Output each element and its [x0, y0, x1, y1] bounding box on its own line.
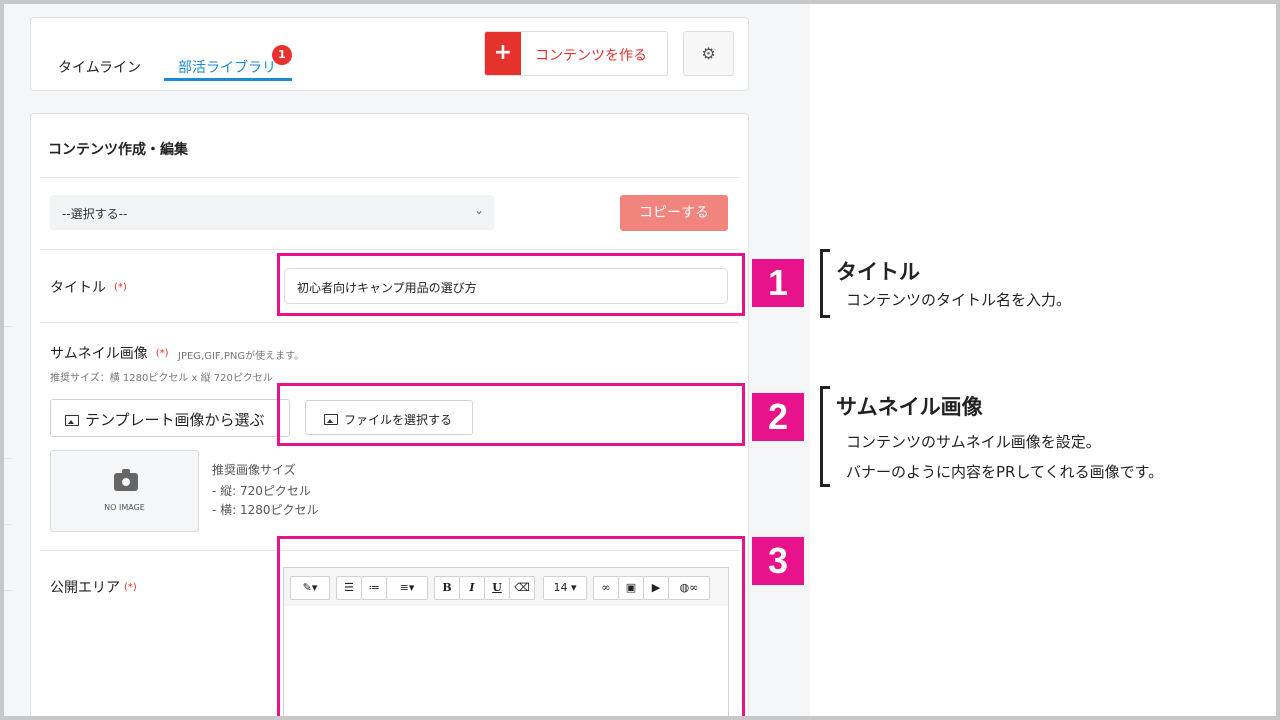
gear-icon: ⚙	[701, 44, 716, 63]
choose-template-label: テンプレート画像から選ぶ	[85, 411, 265, 429]
settings-button[interactable]: ⚙	[683, 31, 734, 76]
left-strip-divider	[4, 524, 12, 525]
font-size-value: 14	[553, 581, 568, 594]
thumbnail-label-wrap: サムネイル画像 (*)	[50, 343, 169, 363]
divider	[40, 550, 739, 551]
recommended-width: - 横: 1280ピクセル	[212, 503, 319, 517]
underline-icon[interactable]: U	[484, 576, 510, 600]
create-content-label: コンテンツを作る	[535, 48, 647, 64]
align-icon[interactable]: ≡▾	[386, 576, 428, 600]
choose-file-button[interactable]: ファイルを選択する	[305, 400, 473, 435]
thumbnail-preview: NO IMAGE	[50, 450, 199, 532]
bullet-list-icon[interactable]: ☰	[336, 576, 362, 600]
required-mark: (*)	[155, 348, 169, 359]
choose-template-image-button[interactable]: テンプレート画像から選ぶ	[50, 399, 290, 437]
annotation-number-1: 1	[752, 259, 804, 307]
image-icon	[324, 414, 338, 425]
tab-active-underline	[164, 78, 292, 81]
video-icon[interactable]: ▶	[643, 576, 669, 600]
annotation-bracket	[820, 386, 830, 487]
font-size-dropdown[interactable]: 14 ▾	[543, 576, 587, 600]
title-label-wrap: タイトル (*)	[50, 277, 127, 297]
tab-timeline[interactable]: タイムライン	[58, 57, 141, 77]
web-link-icon[interactable]: ◍∞	[668, 576, 710, 600]
annotation-desc-1: コンテンツのタイトル名を入力。	[846, 291, 1072, 309]
annotation-desc-2a: コンテンツのサムネイル画像を設定。	[846, 433, 1101, 451]
link-icon[interactable]: ∞	[593, 576, 619, 600]
annotation-number-3: 3	[752, 537, 804, 585]
annotation-bracket	[820, 249, 830, 318]
no-image-text: NO IMAGE	[104, 503, 145, 512]
bold-icon[interactable]: B	[434, 576, 460, 600]
thumbnail-size-hint: 推奨サイズ：横 1280ピクセル x 縦 720ピクセル	[50, 373, 273, 384]
camera-icon	[114, 469, 138, 491]
required-mark: (*)	[114, 282, 127, 293]
left-strip-divider	[4, 458, 12, 459]
image-icon	[65, 415, 79, 426]
annotation-title-1: タイトル	[836, 260, 920, 284]
magic-wand-icon[interactable]: ✎▾	[290, 576, 330, 600]
numbered-list-icon[interactable]: ≔	[361, 576, 387, 600]
plus-icon: +	[485, 32, 521, 75]
notification-badge: 1	[272, 45, 292, 65]
title-input[interactable]: 初心者向けキャンプ用品の選び方	[284, 268, 728, 304]
create-content-button[interactable]: + コンテンツを作る	[484, 31, 668, 76]
copy-button[interactable]: コピーする	[620, 195, 728, 231]
thumbnail-format-hint: JPEG,GIF,PNGが使えます。	[178, 351, 305, 362]
editor-toolbar: ✎▾ ☰ ≔ ≡▾ B I U ⌫ 14 ▾ ∞ ▣ ▶ ◍∞	[284, 568, 728, 606]
title-label: タイトル	[50, 280, 106, 296]
section-title: コンテンツ作成・編集	[48, 142, 188, 158]
recommended-size-title: 推奨画像サイズ	[212, 463, 296, 477]
annotation-title-2: サムネイル画像	[836, 395, 983, 419]
chevron-down-icon: ⌄	[473, 203, 484, 217]
divider	[40, 322, 739, 323]
thumbnail-label: サムネイル画像	[50, 346, 148, 362]
public-area-label: 公開エリア	[50, 580, 120, 596]
annotation-desc-2b: バナーのように内容をPRしてくれる画像です。	[846, 463, 1164, 481]
divider	[40, 177, 739, 178]
select-value: --選択する--	[62, 207, 128, 221]
tab-library[interactable]: 部活ライブラリ	[178, 57, 276, 77]
left-strip-divider	[4, 590, 12, 591]
recommended-height: - 縦: 720ピクセル	[212, 484, 311, 498]
divider	[40, 249, 739, 250]
image-insert-icon[interactable]: ▣	[618, 576, 644, 600]
left-strip-divider	[4, 326, 12, 327]
public-area-label-wrap: 公開エリア (*)	[50, 577, 137, 597]
rich-text-editor[interactable]: ✎▾ ☰ ≔ ≡▾ B I U ⌫ 14 ▾ ∞ ▣ ▶ ◍∞	[283, 567, 729, 720]
choose-file-label: ファイルを選択する	[344, 413, 453, 427]
template-select[interactable]: --選択する-- ⌄	[50, 195, 494, 230]
required-mark: (*)	[124, 582, 137, 593]
annotation-number-2: 2	[752, 393, 804, 441]
italic-icon[interactable]: I	[459, 576, 485, 600]
eraser-icon[interactable]: ⌫	[509, 576, 535, 600]
